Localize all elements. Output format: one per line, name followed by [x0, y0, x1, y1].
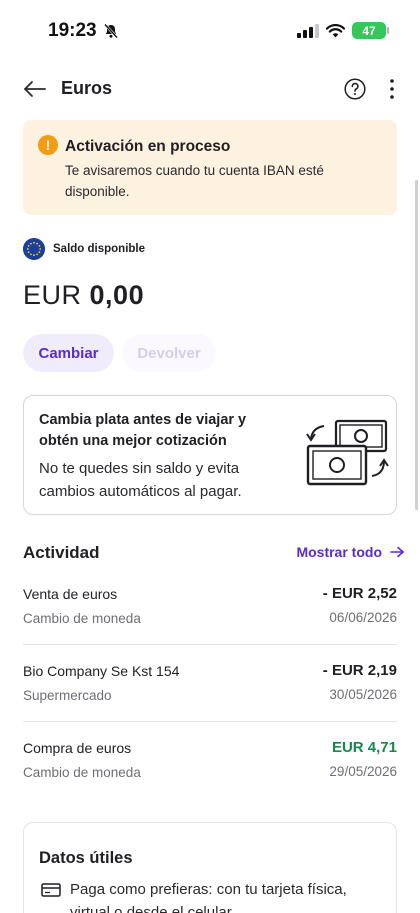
- currency-exchange-icon: [306, 419, 389, 486]
- divider: [23, 644, 397, 645]
- transaction-row[interactable]: Bio Company Se Kst 154 Supermercado - EU…: [23, 662, 397, 740]
- divider: [23, 721, 397, 722]
- show-all-label: Mostrar todo: [296, 544, 382, 560]
- balance-label: Saldo disponible: [53, 243, 146, 255]
- exchange-promo-card[interactable]: Cambia plata antes de viajar y obtén una…: [23, 395, 397, 515]
- status-icons: 47: [297, 22, 389, 39]
- promo-body: No te quedes sin saldo y evita cambios a…: [39, 460, 242, 500]
- balance-value: 0,00: [89, 280, 145, 310]
- battery-indicator: 47: [352, 22, 389, 39]
- useful-info-item: Paga como prefieras: con tu tarjeta físi…: [70, 881, 347, 913]
- app-header: Euros: [0, 72, 420, 108]
- eu-flag-icon: [23, 238, 45, 260]
- transaction-name: Compra de euros: [23, 740, 132, 756]
- transaction-name: Bio Company Se Kst 154: [23, 663, 180, 679]
- more-options-icon[interactable]: [389, 77, 395, 101]
- page-title: Euros: [61, 78, 113, 98]
- transaction-date: 29/05/2026: [329, 764, 397, 779]
- notice-title: Activación en proceso: [65, 138, 231, 155]
- back-arrow-icon[interactable]: [22, 76, 48, 102]
- return-button[interactable]: Devolver: [122, 334, 216, 372]
- card-icon: [41, 883, 61, 897]
- signal-icon: [297, 23, 319, 38]
- transaction-row[interactable]: Venta de euros Cambio de moneda - EUR 2,…: [23, 585, 397, 663]
- status-bar: 19:23 47: [0, 0, 420, 60]
- transaction-category: Cambio de moneda: [23, 611, 141, 626]
- transaction-amount: - EUR 2,19: [322, 662, 397, 679]
- transaction-category: Cambio de moneda: [23, 765, 141, 780]
- transaction-category: Supermercado: [23, 688, 112, 703]
- help-icon[interactable]: [344, 78, 366, 100]
- transaction-amount: - EUR 2,52: [322, 585, 397, 602]
- useful-info-card: Datos útiles Paga como prefieras: con tu…: [23, 822, 397, 913]
- promo-title: Cambia plata antes de viajar y obtén una…: [39, 412, 247, 449]
- activation-notice: ! Activación en proceso Te avisaremos cu…: [23, 120, 397, 215]
- balance-amount: EUR 0,00: [23, 280, 144, 311]
- status-time-text: 19:23: [48, 20, 97, 41]
- warning-icon: !: [38, 135, 58, 155]
- balance-currency: EUR: [23, 280, 82, 310]
- transaction-row[interactable]: Compra de euros Cambio de moneda EUR 4,7…: [23, 739, 397, 817]
- useful-info-title: Datos útiles: [39, 849, 133, 867]
- status-time: 19:23: [48, 20, 119, 42]
- bell-muted-icon: [103, 23, 118, 39]
- change-button[interactable]: Cambiar: [23, 334, 114, 372]
- transaction-amount: EUR 4,71: [331, 739, 397, 756]
- transaction-name: Venta de euros: [23, 586, 118, 602]
- activity-title: Actividad: [23, 543, 100, 562]
- notice-body: Te avisaremos cuando tu cuenta IBAN esté…: [65, 163, 324, 199]
- transaction-date: 30/05/2026: [329, 687, 397, 702]
- show-all-link[interactable]: Mostrar todo: [296, 544, 404, 560]
- transaction-date: 06/06/2026: [329, 610, 397, 625]
- battery-level: 47: [362, 23, 376, 38]
- wifi-icon: [326, 23, 345, 37]
- scrollbar[interactable]: [415, 180, 418, 510]
- arrow-right-icon: [390, 546, 404, 558]
